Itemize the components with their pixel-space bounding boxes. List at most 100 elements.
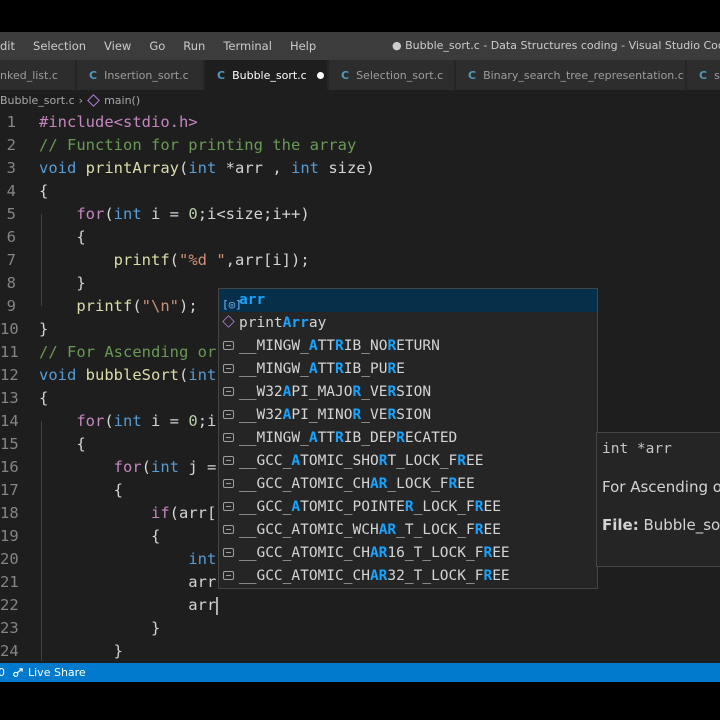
menu-bar: dit Selection View Go Run Terminal Help [0,39,325,53]
tab-3[interactable]: C Selection_sort.c [329,60,455,90]
match-highlight: AR [369,545,388,561]
suggestion-item[interactable]: __GCC_ATOMIC_WCHAR_T_LOCK_FREE [219,519,597,542]
suggestion-label: __GCC_ATOMIC_WCHAR_T_LOCK_FREE [239,519,501,542]
tab-label: Selection_sort.c [356,68,444,82]
code-text: } [39,617,160,640]
code-text: // Function for printing the array [39,134,356,157]
code-token: // Function for printing the array [39,136,357,154]
suggestion-text: _LOCK_F [413,499,475,515]
tab-1[interactable]: C Insertion_sort.c [77,60,204,90]
details-file-label: File: [602,516,639,534]
menu-item-selection[interactable]: Selection [24,39,95,53]
line-number: 5 [6,205,16,223]
line-number: 16 [0,458,19,476]
suggestion-item[interactable]: __W32API_MINOR_VERSION [219,404,597,427]
code-token: for [76,412,105,430]
code-text: { [39,479,123,502]
menu-item-terminal[interactable]: Terminal [214,39,281,53]
suggestion-item[interactable]: [◎] arr [219,289,597,312]
code-text: { [39,226,85,249]
code-token: #include<stdio.h> [39,113,198,131]
suggestion-text: PI_MINO [291,407,353,423]
suggestion-text: EE [492,568,510,584]
suggestion-text: __W32 [239,407,283,423]
live-share-button[interactable]: Live Share [13,666,86,679]
code-token: ( [169,251,179,269]
suggestion-label: __GCC_ATOMIC_CHAR32_T_LOCK_FREE [239,565,510,588]
suggestion-text: TT [317,430,336,446]
tab-2[interactable]: C Bubble_sort.c [205,60,328,90]
code-line: 2 // Function for printing the array [0,134,720,157]
suggestion-widget[interactable]: [◎] arr printArray __MINGW_ATTRIB_NORETURN _… [218,288,598,589]
code-text: for(int i = 0;i<size;i++) [39,203,309,226]
code-line: 3 void printArray(int *arr , int size) [0,157,720,180]
line-number: 6 [6,228,16,246]
suggestion-text: TOMIC_POINTE [300,499,405,515]
status-left-stub[interactable]: 0 [0,666,5,679]
code-token: 0 [188,205,198,223]
code-token: int [291,159,319,177]
menu-item-view[interactable]: View [95,39,140,53]
code-token: "%d " [179,251,226,269]
suggestion-item[interactable]: __GCC_ATOMIC_POINTER_LOCK_FREE [219,496,597,519]
suggestion-text: __GCC_ATOMIC_CH [239,545,370,561]
suggestion-item[interactable]: __MINGW_ATTRIB_NORETURN [219,335,597,358]
match-highlight: AR [378,522,397,538]
suggestion-label: __MINGW_ATTRIB_NORETURN [239,335,440,358]
unsaved-dot-icon[interactable] [316,71,324,79]
method-icon [222,315,235,328]
suggestion-text: ETURN [396,338,440,354]
line-number: 14 [0,412,19,430]
text-keyword-icon [223,479,234,488]
suggestion-label: printArray [239,312,326,335]
suggestion-item[interactable]: __W32API_MAJOR_VERSION [219,381,597,404]
match-highlight: A [308,338,318,354]
code-token: bubbleSort [85,366,179,384]
code-text: void printArray(int *arr , int size) [39,157,375,180]
suggestion-item[interactable]: __MINGW_ATTRIB_PURE [219,358,597,381]
method-icon [87,93,100,107]
code-token: } [39,320,49,338]
tab-0[interactable]: nked_list.c [0,60,76,90]
suggestion-item[interactable]: printArray [219,312,597,335]
suggestion-item[interactable]: __MINGW_ATTRIB_DEPRECATED [219,427,597,450]
suggestion-item[interactable]: __GCC_ATOMIC_SHORT_LOCK_FREE [219,450,597,473]
code-token: } [39,619,161,637]
suggestion-item[interactable]: __GCC_ATOMIC_CHAR32_T_LOCK_FREE [219,565,597,588]
line-number: 1 [6,113,16,131]
code-token: // For Ascending or [39,343,217,361]
code-token: for [113,458,142,476]
suggestion-text: __W32 [239,384,283,400]
code-token: ,arr[i]); [225,251,310,269]
tab-4[interactable]: C Binary_search_tree_representation.c [456,60,686,90]
live-share-icon [13,668,23,677]
code-token: if [150,504,170,522]
code-token: { [39,389,49,407]
tab-label: Insertion_sort.c [104,68,189,82]
menu-item-dit[interactable]: dit [0,39,24,53]
code-token: j = [179,458,217,476]
code-token: } [39,274,86,292]
breadcrumb-symbol[interactable]: main() [104,94,140,107]
match-highlight: R [448,476,458,492]
suggestion-text: SION [396,407,432,423]
suggestion-item[interactable]: __GCC_ATOMIC_CHAR16_T_LOCK_FREE [219,542,597,565]
code-token: 0 [188,412,198,430]
menu-item-help[interactable]: Help [281,39,325,53]
code-token: "\n" [141,297,179,315]
code-line: 6 { [0,226,720,249]
menu-item-go[interactable]: Go [140,39,174,53]
menu-item-run[interactable]: Run [174,39,214,53]
tab-5[interactable]: Cs [687,60,720,90]
suggestion-text: IB_PU [343,361,388,377]
suggestion-text: EE [483,522,501,538]
live-share-label: Live Share [28,666,86,679]
code-text: arr [39,594,219,617]
match-highlight: Arr [282,315,309,331]
suggestion-label: __MINGW_ATTRIB_DEPRECATED [239,427,457,450]
details-file: File: Bubble_sor [602,516,720,534]
suggestion-text: __GCC_ATOMIC_CH [239,568,370,584]
suggestion-item[interactable]: __GCC_ATOMIC_CHAR_LOCK_FREE [219,473,597,496]
breadcrumb-file[interactable]: Bubble_sort.c [0,94,75,107]
